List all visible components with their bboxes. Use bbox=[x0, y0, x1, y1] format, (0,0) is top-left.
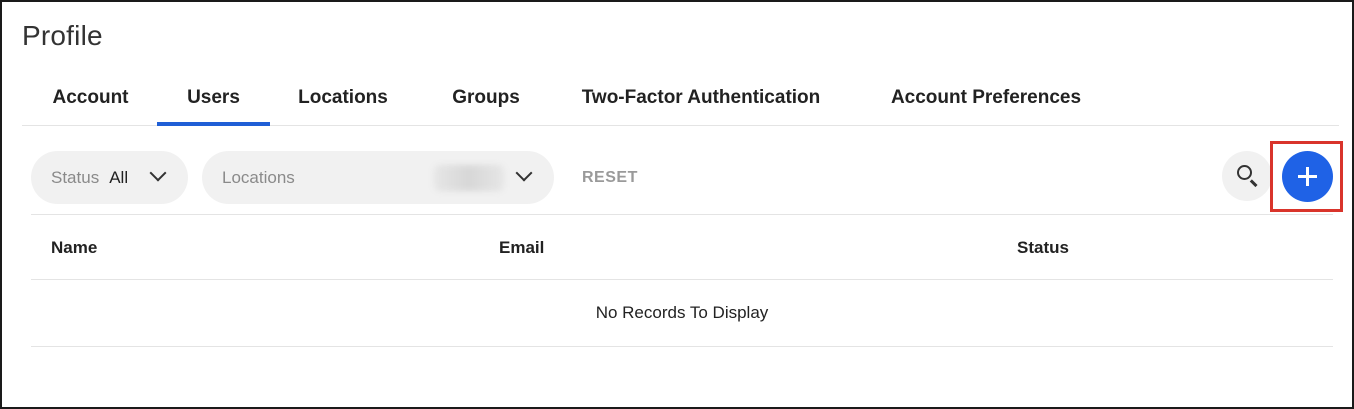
reset-button[interactable]: RESET bbox=[582, 164, 638, 192]
empty-state-row: No Records To Display bbox=[31, 280, 1333, 347]
search-button[interactable] bbox=[1222, 151, 1272, 201]
status-filter-label: Status bbox=[51, 167, 100, 187]
tab-account[interactable]: Account bbox=[32, 70, 149, 125]
tab-two-factor-authentication[interactable]: Two-Factor Authentication bbox=[560, 70, 842, 125]
locations-filter-dropdown[interactable]: Locations bbox=[202, 151, 554, 204]
status-filter-value: All bbox=[109, 167, 129, 187]
tab-account-preferences[interactable]: Account Preferences bbox=[872, 70, 1100, 125]
locations-filter-placeholder: Locations bbox=[222, 167, 295, 187]
tab-users[interactable]: Users bbox=[157, 70, 270, 126]
locations-filter-value-redacted bbox=[434, 165, 504, 191]
table-header-row: Name Email Status bbox=[31, 214, 1333, 280]
column-header-name[interactable]: Name bbox=[51, 238, 97, 258]
chevron-down-icon bbox=[149, 164, 167, 182]
tab-locations[interactable]: Locations bbox=[286, 70, 400, 125]
status-filter-dropdown[interactable]: Status All bbox=[31, 151, 188, 204]
add-user-button[interactable] bbox=[1282, 151, 1333, 202]
chevron-down-icon bbox=[515, 164, 533, 182]
column-header-status[interactable]: Status bbox=[1017, 238, 1069, 258]
app-window: Profile Account Users Locations Groups T… bbox=[0, 0, 1354, 409]
page-title: Profile bbox=[22, 20, 103, 51]
empty-state-message: No Records To Display bbox=[595, 303, 769, 322]
column-header-email[interactable]: Email bbox=[499, 238, 544, 258]
tab-groups[interactable]: Groups bbox=[432, 70, 540, 125]
users-table: Name Email Status No Records To Display bbox=[31, 214, 1333, 347]
tab-bar: Account Users Locations Groups Two-Facto… bbox=[22, 70, 1339, 126]
